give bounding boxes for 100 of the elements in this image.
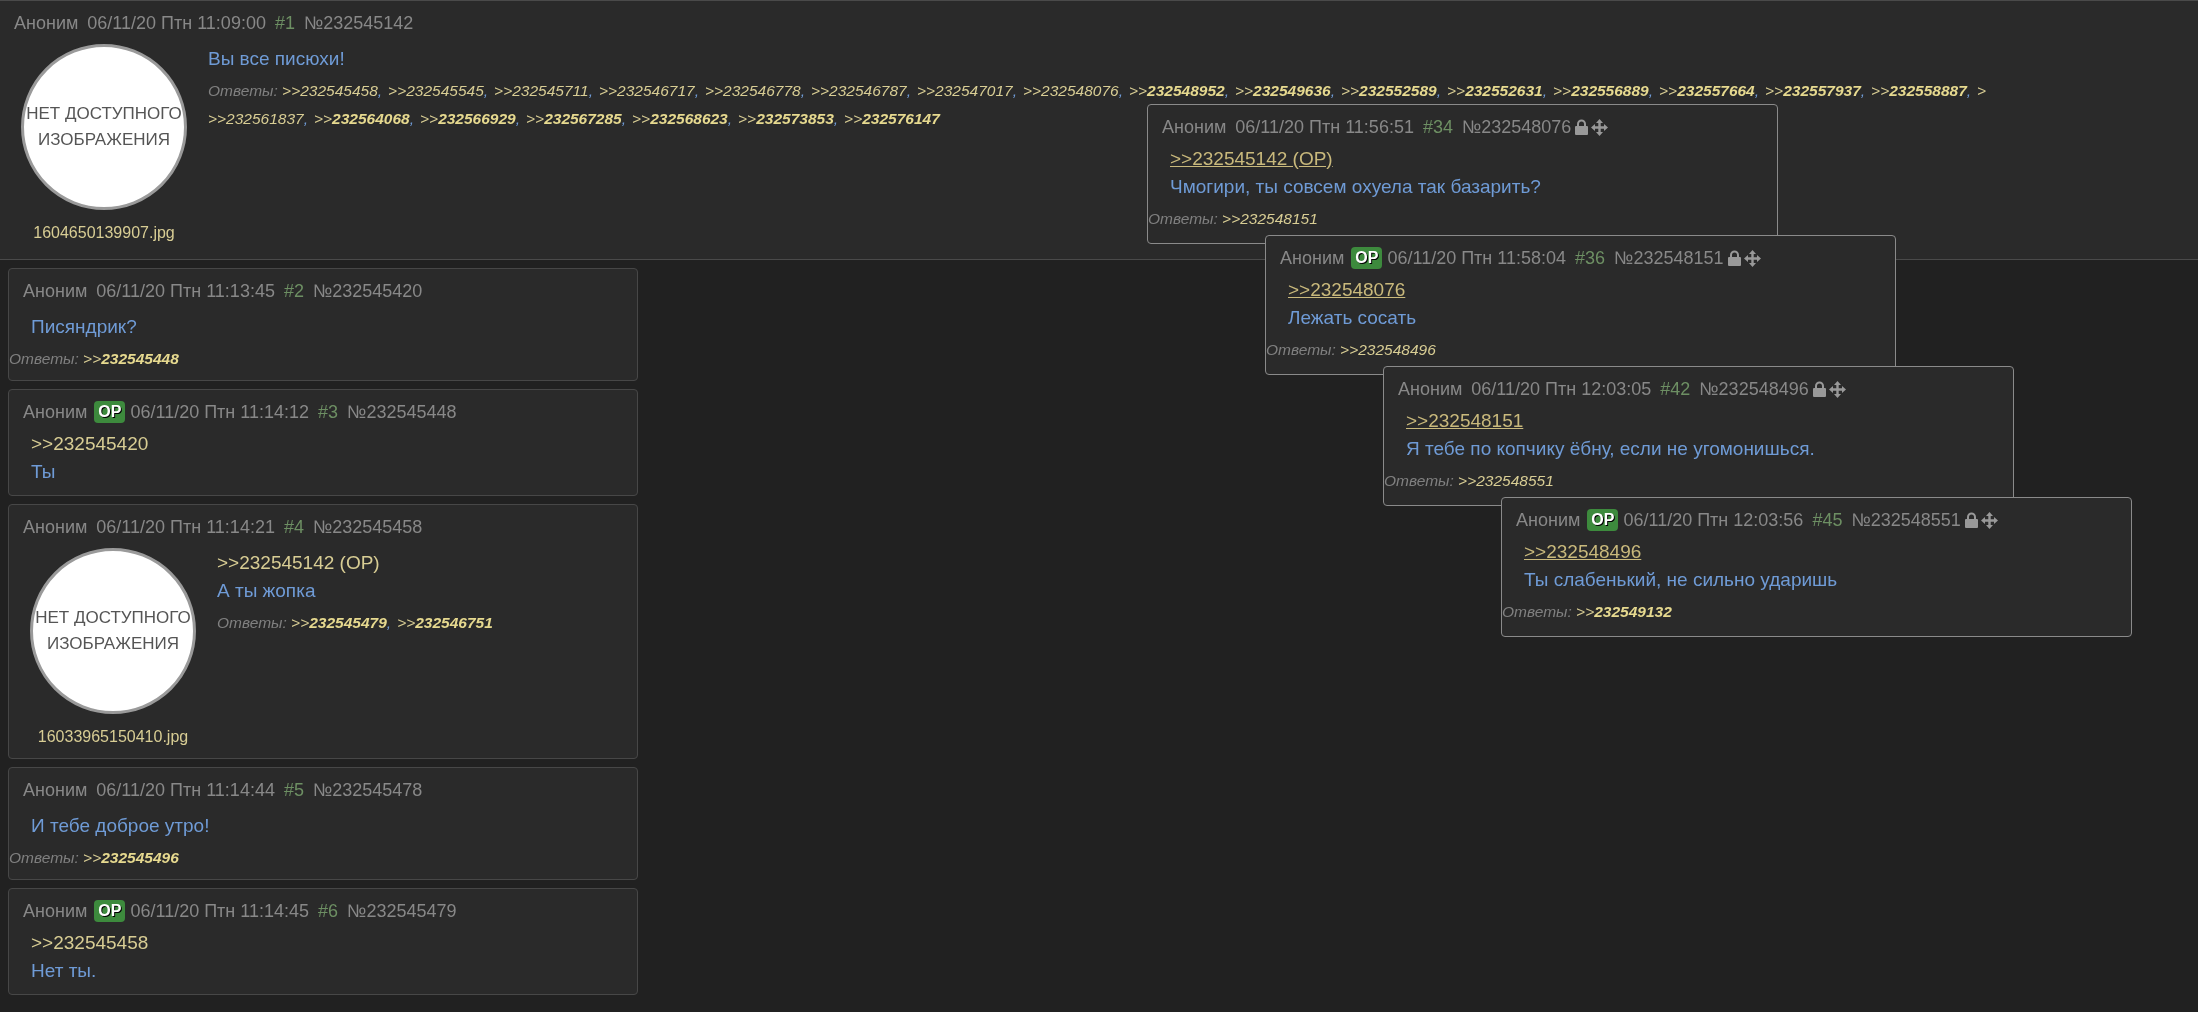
reply-link[interactable]: >>232546717 bbox=[598, 82, 695, 99]
reply-link[interactable]: >>232548551 bbox=[1458, 472, 1554, 489]
quote-link[interactable]: >>232545420 bbox=[31, 433, 149, 455]
reply-link[interactable]: >>232557937 bbox=[1765, 82, 1861, 99]
reply-link[interactable]: >>232558887 bbox=[1871, 82, 1967, 99]
reply-link[interactable]: >>232564068 bbox=[314, 110, 410, 127]
comma-separator: , bbox=[1224, 82, 1229, 99]
post-date: 06/11/20 Птн 11:58:04 bbox=[1387, 247, 1567, 269]
reply-link[interactable]: >>232573853 bbox=[738, 110, 834, 127]
reply-link[interactable]: >>232549636 bbox=[1235, 82, 1331, 99]
post-number-link[interactable]: #5 bbox=[283, 779, 304, 801]
post-number-link[interactable]: #34 bbox=[1422, 116, 1453, 138]
reply-link[interactable]: >>232549132 bbox=[1576, 603, 1672, 620]
reply-link[interactable]: >>232576147 bbox=[844, 110, 940, 127]
comma-separator: , bbox=[1754, 82, 1760, 99]
post-number-link[interactable]: #45 bbox=[1812, 509, 1843, 531]
move-icon[interactable] bbox=[1980, 511, 1998, 529]
move-icon[interactable] bbox=[1828, 380, 1846, 398]
reply-link[interactable]: >>232548952 bbox=[1128, 82, 1225, 99]
quote-link[interactable]: >>232545142 (OP) bbox=[1170, 148, 1333, 170]
post-message: Ты слабенький, не сильно ударишь bbox=[1524, 569, 1838, 591]
post-number-link[interactable]: #42 bbox=[1660, 378, 1691, 400]
reply-link[interactable]: >>232548076 bbox=[1022, 82, 1119, 99]
no-image-placeholder[interactable]: НЕТ ДОСТУПНОГО ИЗОБРАЖЕНИЯ bbox=[21, 44, 187, 210]
post-number-link[interactable]: #1 bbox=[274, 12, 295, 34]
file-name-link[interactable]: 1604650139907.jpg bbox=[33, 224, 175, 242]
quote-link[interactable]: >>232548151 bbox=[1406, 410, 1524, 432]
comma-separator: , bbox=[386, 614, 392, 631]
lock-icon[interactable] bbox=[1574, 118, 1590, 135]
post-id-link[interactable]: №232545479 bbox=[347, 900, 457, 922]
reply-link[interactable]: >>232545458 bbox=[282, 82, 378, 99]
reply-link[interactable]: > bbox=[1977, 82, 1987, 99]
post-id-link[interactable]: №232548551 bbox=[1851, 509, 1961, 531]
reply-link[interactable]: >>232545711 bbox=[494, 82, 589, 99]
reply-link[interactable]: >>232552589 bbox=[1341, 82, 1437, 99]
post-number-link[interactable]: #4 bbox=[283, 516, 304, 538]
post-number-link[interactable]: #36 bbox=[1575, 247, 1606, 269]
reply-link[interactable]: >>232546751 bbox=[397, 614, 493, 631]
replies-label: Ответы: bbox=[1502, 603, 1573, 620]
reply-link[interactable]: >>232546787 bbox=[810, 82, 907, 99]
reply-link[interactable]: >>232552631 bbox=[1447, 82, 1543, 99]
poster-name: Аноним bbox=[1516, 509, 1581, 531]
lock-icon[interactable] bbox=[1726, 249, 1742, 266]
post-message: И тебе доброе утро! bbox=[31, 815, 210, 837]
reply-link[interactable]: >>232545479 bbox=[291, 614, 387, 631]
replies-label: Ответы: bbox=[9, 849, 80, 866]
reply-link[interactable]: >>232566929 bbox=[420, 110, 516, 127]
reply-link[interactable]: >>232545448 bbox=[83, 350, 179, 367]
comma-separator: , bbox=[1330, 82, 1335, 99]
post-date: 06/11/20 Птн 12:03:56 bbox=[1623, 509, 1804, 531]
lock-icon[interactable] bbox=[1963, 511, 1979, 528]
post-message: Лежать сосать bbox=[1288, 307, 1417, 329]
reply-link[interactable]: >>232548151 bbox=[1222, 210, 1318, 227]
comma-separator: , bbox=[303, 110, 308, 127]
post-id-link[interactable]: №232548076 bbox=[1461, 116, 1572, 138]
quote-link[interactable]: >>232548076 bbox=[1288, 279, 1406, 301]
post-id-link[interactable]: №232548151 bbox=[1614, 247, 1724, 269]
post-number-link[interactable]: #3 bbox=[318, 401, 339, 423]
move-icon[interactable] bbox=[1743, 249, 1761, 267]
reply-link[interactable]: >>232556889 bbox=[1553, 82, 1649, 99]
post-message: Вы все писюхи! bbox=[208, 48, 345, 70]
poster-name: Аноним bbox=[23, 900, 88, 922]
post-date: 06/11/20 Птн 11:13:45 bbox=[96, 280, 275, 302]
reply-link[interactable]: >>232547017 bbox=[916, 82, 1013, 99]
quote-link[interactable]: >>232545458 bbox=[31, 932, 149, 954]
reply-link[interactable]: >>232561837 bbox=[208, 110, 304, 127]
post-id-link[interactable]: №232545448 bbox=[347, 401, 457, 423]
file-name-link[interactable]: 16033965150410.jpg bbox=[37, 728, 189, 746]
reply-link[interactable]: >>232545496 bbox=[83, 849, 179, 866]
post-date: 06/11/20 Птн 11:14:12 bbox=[130, 401, 310, 423]
op-badge: OP bbox=[94, 401, 126, 423]
post-number-link[interactable]: #2 bbox=[283, 280, 304, 302]
replies-label: Ответы: bbox=[217, 614, 288, 631]
post-date: 06/11/20 Птн 11:09:00 bbox=[87, 12, 266, 34]
lock-icon[interactable] bbox=[1811, 380, 1827, 397]
comma-separator: , bbox=[621, 110, 627, 127]
post-id-link[interactable]: №232545478 bbox=[312, 779, 423, 801]
quote-link[interactable]: >>232545142 (OP) bbox=[217, 552, 380, 574]
reply-link[interactable]: >>232548496 bbox=[1340, 341, 1436, 358]
post-id-link[interactable]: №232548496 bbox=[1699, 378, 1809, 400]
post-message: Ты bbox=[31, 461, 56, 483]
post-message: Я тебе по копчику ёбну, если не угомонишься. bbox=[1406, 438, 1815, 460]
op-badge: OP bbox=[1351, 247, 1383, 269]
reply-link[interactable]: >>232545545 bbox=[388, 82, 484, 99]
comma-separator: , bbox=[515, 110, 521, 127]
poster-name: Аноним bbox=[1162, 116, 1227, 138]
post-id-link[interactable]: №232545458 bbox=[312, 516, 423, 538]
no-image-placeholder[interactable]: НЕТ ДОСТУПНОГО ИЗОБРАЖЕНИЯ bbox=[30, 548, 196, 714]
post-id-link[interactable]: №232545420 bbox=[312, 280, 423, 302]
reply-link[interactable]: >>232546778 bbox=[704, 82, 801, 99]
comma-separator: , bbox=[377, 82, 383, 99]
quote-link[interactable]: >>232548496 bbox=[1524, 541, 1642, 563]
reply-link[interactable]: >>232568623 bbox=[632, 110, 728, 127]
post-number-link[interactable]: #6 bbox=[318, 900, 339, 922]
reply-link[interactable]: >>232557664 bbox=[1659, 82, 1755, 99]
comma-separator: , bbox=[1436, 82, 1441, 99]
move-icon[interactable] bbox=[1591, 118, 1609, 136]
reply-link[interactable]: >>232567285 bbox=[526, 110, 622, 127]
replies-label: Ответы: bbox=[1148, 210, 1219, 227]
post-id-link[interactable]: №232545142 bbox=[303, 12, 414, 34]
